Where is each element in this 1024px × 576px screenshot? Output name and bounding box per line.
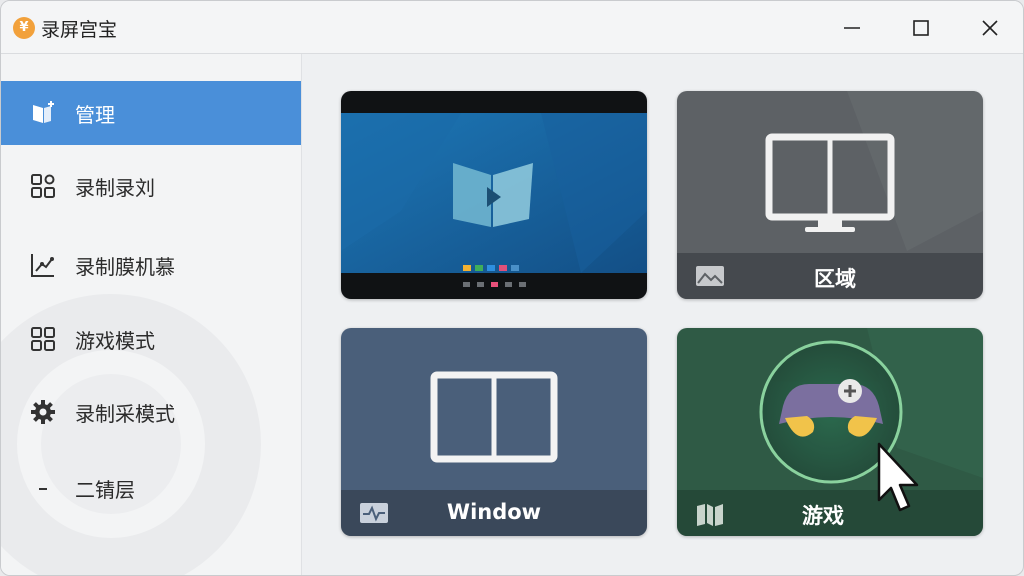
gear-icon xyxy=(31,400,55,424)
card-label: 区域 xyxy=(814,267,856,291)
card-label: 游戏 xyxy=(802,504,844,528)
card-label: Window xyxy=(446,500,542,524)
chevron-down-icon xyxy=(39,488,47,490)
region-mode-card[interactable]: 区域 xyxy=(677,91,983,299)
mouse-pointer-icon xyxy=(877,442,919,512)
fullscreen-mode-card[interactable] xyxy=(341,91,647,299)
sidebar-item-record-mode[interactable]: 录制采模式 xyxy=(1,380,301,444)
card-footer: Window xyxy=(341,490,647,536)
mode-grid: 区域 Window 游戏 xyxy=(302,54,1023,575)
maximize-icon xyxy=(913,20,929,36)
grid-icon xyxy=(31,327,55,351)
sidebar-item-label: 二锖层 xyxy=(75,478,135,502)
maximize-button[interactable] xyxy=(898,11,944,45)
sidebar-item-label: 录制采模式 xyxy=(75,402,175,426)
window-title: 录屏宫宝 xyxy=(41,19,118,41)
sidebar-item-record[interactable]: 录制录刘 xyxy=(1,154,301,218)
sidebar-item-secondary[interactable]: 二锖层 xyxy=(1,456,301,520)
sidebar-item-manage[interactable]: 管理 xyxy=(1,81,301,145)
sidebar-item-label: 管理 xyxy=(75,103,115,127)
title-bar: ¥ 录屏宫宝 xyxy=(1,1,1023,54)
card-footer: 游戏 xyxy=(677,490,983,536)
minimize-icon xyxy=(844,27,860,29)
window-mode-card[interactable]: Window xyxy=(341,328,647,536)
sidebar-item-label: 录制录刘 xyxy=(75,176,155,200)
game-mode-card[interactable]: 游戏 xyxy=(677,328,983,536)
pin-board-icon xyxy=(33,101,54,123)
grid-settings-icon xyxy=(31,174,55,198)
sidebar-item-record-machine[interactable]: 录制膜机慕 xyxy=(1,233,301,297)
close-button[interactable] xyxy=(967,11,1013,45)
card-footer: 区域 xyxy=(677,253,983,299)
app-window: ¥ 录屏宫宝 管理 录制录刘 录制膜机慕 游戏模式 录制采模式 二锖层 区域 W… xyxy=(0,0,1024,576)
minimize-button[interactable] xyxy=(829,11,875,45)
sidebar: 管理 录制录刘 录制膜机慕 游戏模式 录制采模式 二锖层 xyxy=(1,54,302,575)
close-icon xyxy=(982,20,998,36)
sidebar-item-label: 录制膜机慕 xyxy=(75,255,175,279)
chart-line-icon xyxy=(31,254,54,277)
desktop-preview-image xyxy=(341,113,647,287)
sidebar-item-game-mode[interactable]: 游戏模式 xyxy=(1,307,301,371)
sidebar-item-label: 游戏模式 xyxy=(75,329,155,353)
app-logo-icon: ¥ xyxy=(13,17,35,39)
